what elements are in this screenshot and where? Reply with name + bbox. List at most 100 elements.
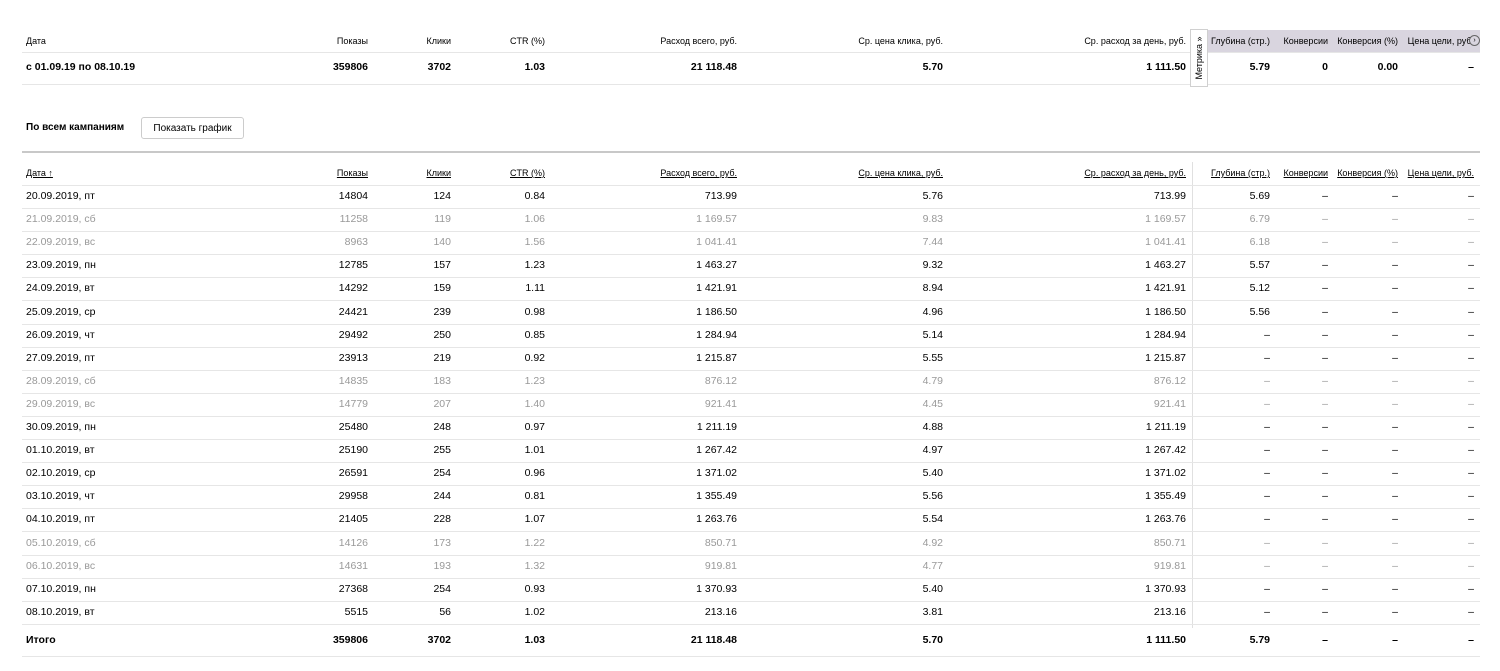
table-cell-spend: 850.71 [704, 537, 737, 549]
table-cell-spend: 1 463.27 [696, 259, 737, 271]
table-row-divider [22, 462, 1480, 463]
table-cell-ctr: 1.11 [525, 282, 545, 294]
column-header-daily[interactable]: Ср. расход за день, руб. [1084, 168, 1186, 178]
summary-bottom-divider [22, 84, 1480, 85]
table-cell-ctr: 1.23 [524, 259, 545, 271]
table-cell-goal: – [1468, 282, 1474, 294]
table-cell-date: 26.09.2019, чт [26, 329, 95, 341]
table-cell-cpc: 5.40 [922, 583, 943, 595]
table-cell-cpc: 4.77 [922, 560, 943, 572]
table-cell-clicks: 159 [433, 282, 451, 294]
summary-value-convpct: 0.00 [1377, 61, 1398, 73]
table-cell-conv: – [1322, 329, 1328, 341]
table-cell-shows: 14631 [338, 560, 368, 572]
table-cell-cpc: 7.44 [922, 236, 943, 248]
table-cell-spend: 921.41 [704, 398, 737, 410]
table-cell-daily: 1 169.57 [1145, 213, 1186, 225]
summary-value-daily: 1 111.50 [1146, 61, 1186, 73]
table-cell-conv: – [1322, 467, 1328, 479]
table-cell-spend: 1 263.76 [696, 513, 737, 525]
summary-header-daily: Ср. расход за день, руб. [1084, 36, 1186, 46]
column-header-conv[interactable]: Конверсии [1284, 168, 1328, 178]
table-row-divider [22, 208, 1480, 209]
table-cell-clicks: 254 [433, 467, 451, 479]
table-cell-shows: 14835 [338, 375, 368, 387]
column-header-spend[interactable]: Расход всего, руб. [660, 168, 737, 178]
table-cell-ctr: 1.07 [524, 513, 545, 525]
table-cell-convpct: – [1392, 352, 1398, 364]
table-cell-depth: – [1264, 421, 1270, 433]
table-cell-convpct: – [1392, 513, 1398, 525]
table-cell-convpct: – [1392, 236, 1398, 248]
table-cell-date: 03.10.2019, чт [26, 490, 95, 502]
table-cell-daily: 1 421.91 [1145, 282, 1186, 294]
table-cell-depth: 5.57 [1249, 259, 1270, 271]
column-header-date[interactable]: Дата ↑ [26, 168, 53, 178]
table-cell-ctr: 1.06 [524, 213, 545, 225]
table-cell-conv: – [1322, 352, 1328, 364]
table-cell-ctr: 1.32 [524, 560, 545, 572]
table-cell-shows: 8963 [344, 236, 368, 248]
summary-value-depth: 5.79 [1249, 61, 1270, 73]
table-cell-ctr: 0.85 [524, 329, 545, 341]
column-header-ctr[interactable]: CTR (%) [510, 168, 545, 178]
summary-header-clicks: Клики [426, 36, 452, 46]
table-cell-date: 07.10.2019, пн [26, 583, 96, 595]
table-cell-cpc: 4.97 [922, 444, 943, 456]
table-cell-conv: – [1322, 375, 1328, 387]
table-cell-ctr: 0.96 [524, 467, 545, 479]
total-cell-date: Итого [26, 634, 56, 646]
table-cell-ctr: 0.92 [524, 352, 545, 364]
table-row-divider [22, 254, 1480, 255]
table-cell-conv: – [1322, 190, 1328, 202]
table-cell-date: 21.09.2019, сб [26, 213, 96, 225]
table-cell-cpc: 5.55 [922, 352, 943, 364]
table-cell-date: 24.09.2019, вт [26, 282, 95, 294]
table-cell-convpct: – [1392, 213, 1398, 225]
table-cell-shows: 25480 [338, 421, 368, 433]
table-cell-shows: 14126 [338, 537, 368, 549]
table-row-divider [22, 439, 1480, 440]
table-row-divider [22, 531, 1480, 532]
table-cell-cpc: 9.32 [922, 259, 943, 271]
column-header-cpc[interactable]: Ср. цена клика, руб. [858, 168, 943, 178]
table-cell-daily: 713.99 [1153, 190, 1186, 202]
metrika-toggle-tab[interactable]: Метрика » [1190, 29, 1208, 87]
table-cell-date: 27.09.2019, пт [26, 352, 95, 364]
total-cell-shows: 359806 [332, 634, 368, 646]
table-cell-daily: 1 355.49 [1145, 490, 1186, 502]
column-header-clicks[interactable]: Клики [427, 168, 452, 178]
table-cell-conv: – [1322, 560, 1328, 572]
table-cell-convpct: – [1392, 467, 1398, 479]
table-cell-spend: 919.81 [704, 560, 737, 572]
table-cell-ctr: 1.22 [524, 537, 545, 549]
table-cell-shows: 14779 [338, 398, 368, 410]
table-cell-convpct: – [1392, 282, 1398, 294]
table-cell-goal: – [1468, 375, 1474, 387]
table-cell-daily: 213.16 [1153, 606, 1186, 618]
campaign-scope-label: По всем кампаниям [26, 122, 125, 133]
table-cell-cpc: 5.76 [922, 190, 943, 202]
total-cell-cpc: 5.70 [922, 634, 943, 646]
table-cell-clicks: 157 [433, 259, 451, 271]
column-header-convpct[interactable]: Конверсия (%) [1337, 168, 1398, 178]
show-chart-button[interactable]: Показать график [141, 117, 244, 139]
table-cell-clicks: 255 [433, 444, 451, 456]
table-row-divider [22, 578, 1480, 579]
table-row-divider [22, 416, 1480, 417]
table-row-divider [22, 624, 1480, 625]
table-cell-clicks: 239 [433, 306, 451, 318]
summary-value-date: с 01.09.19 по 08.10.19 [26, 61, 136, 73]
table-cell-depth: – [1264, 606, 1270, 618]
table-cell-shows: 25190 [338, 444, 368, 456]
table-cell-date: 01.10.2019, вт [26, 444, 95, 456]
total-cell-goal: – [1468, 634, 1474, 646]
column-header-goal[interactable]: Цена цели, руб. [1408, 168, 1474, 178]
table-cell-cpc: 4.88 [922, 421, 943, 433]
collapse-icon[interactable]: › [1469, 35, 1480, 46]
column-header-depth[interactable]: Глубина (стр.) [1211, 168, 1270, 178]
table-cell-depth: – [1264, 467, 1270, 479]
table-cell-conv: – [1322, 606, 1328, 618]
column-header-shows[interactable]: Показы [337, 168, 368, 178]
table-cell-goal: – [1468, 421, 1474, 433]
